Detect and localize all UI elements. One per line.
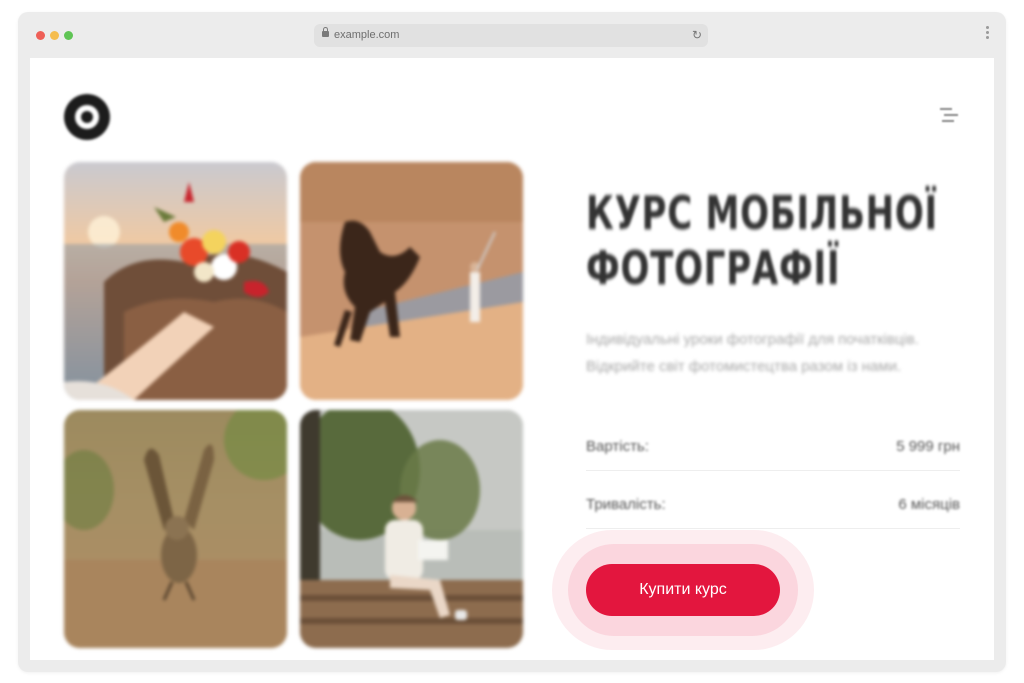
close-window-button[interactable]	[36, 31, 45, 40]
maximize-window-button[interactable]	[64, 31, 73, 40]
price-label: Вартість:	[586, 438, 649, 455]
duration-label: Тривалість:	[586, 496, 666, 513]
address-bar[interactable]: example.com ↻	[314, 24, 708, 47]
camera-lens-logo[interactable]	[64, 94, 110, 140]
photo-bouquet	[64, 162, 287, 400]
url-text: example.com	[334, 29, 400, 41]
browser-titlebar: example.com ↻	[18, 12, 1006, 58]
course-title-line1: КУРС МОБІЛЬНОЇ	[586, 186, 938, 240]
price-value: 5 999 грн	[896, 438, 960, 455]
kebab-menu-icon[interactable]	[986, 26, 990, 42]
divider	[586, 470, 960, 471]
lock-icon	[322, 27, 329, 37]
photo-horse	[300, 162, 523, 400]
web-page: КУРС МОБІЛЬНОЇ ФОТОГРАФІЇ Індивідуальні …	[30, 58, 994, 660]
duration-row: Тривалість: 6 місяців	[586, 496, 960, 518]
menu-icon[interactable]	[940, 106, 958, 124]
reload-icon[interactable]: ↻	[692, 24, 702, 47]
buy-course-button[interactable]: Купити курс	[586, 564, 780, 616]
divider	[586, 528, 960, 529]
minimize-window-button[interactable]	[50, 31, 59, 40]
photo-woman-bench	[300, 410, 523, 648]
browser-window: example.com ↻ КУРС МОБІЛЬНОЇ ФОТОГРАФІЇ …	[18, 12, 1006, 672]
course-description: Індивідуальні уроки фотографії для почат…	[586, 331, 919, 375]
course-title: КУРС МОБІЛЬНОЇ ФОТОГРАФІЇ	[586, 186, 938, 296]
duration-value: 6 місяців	[898, 496, 960, 513]
photo-owl	[64, 410, 287, 648]
price-row: Вартість: 5 999 грн	[586, 438, 960, 460]
course-title-line2: ФОТОГРАФІЇ	[586, 241, 841, 295]
